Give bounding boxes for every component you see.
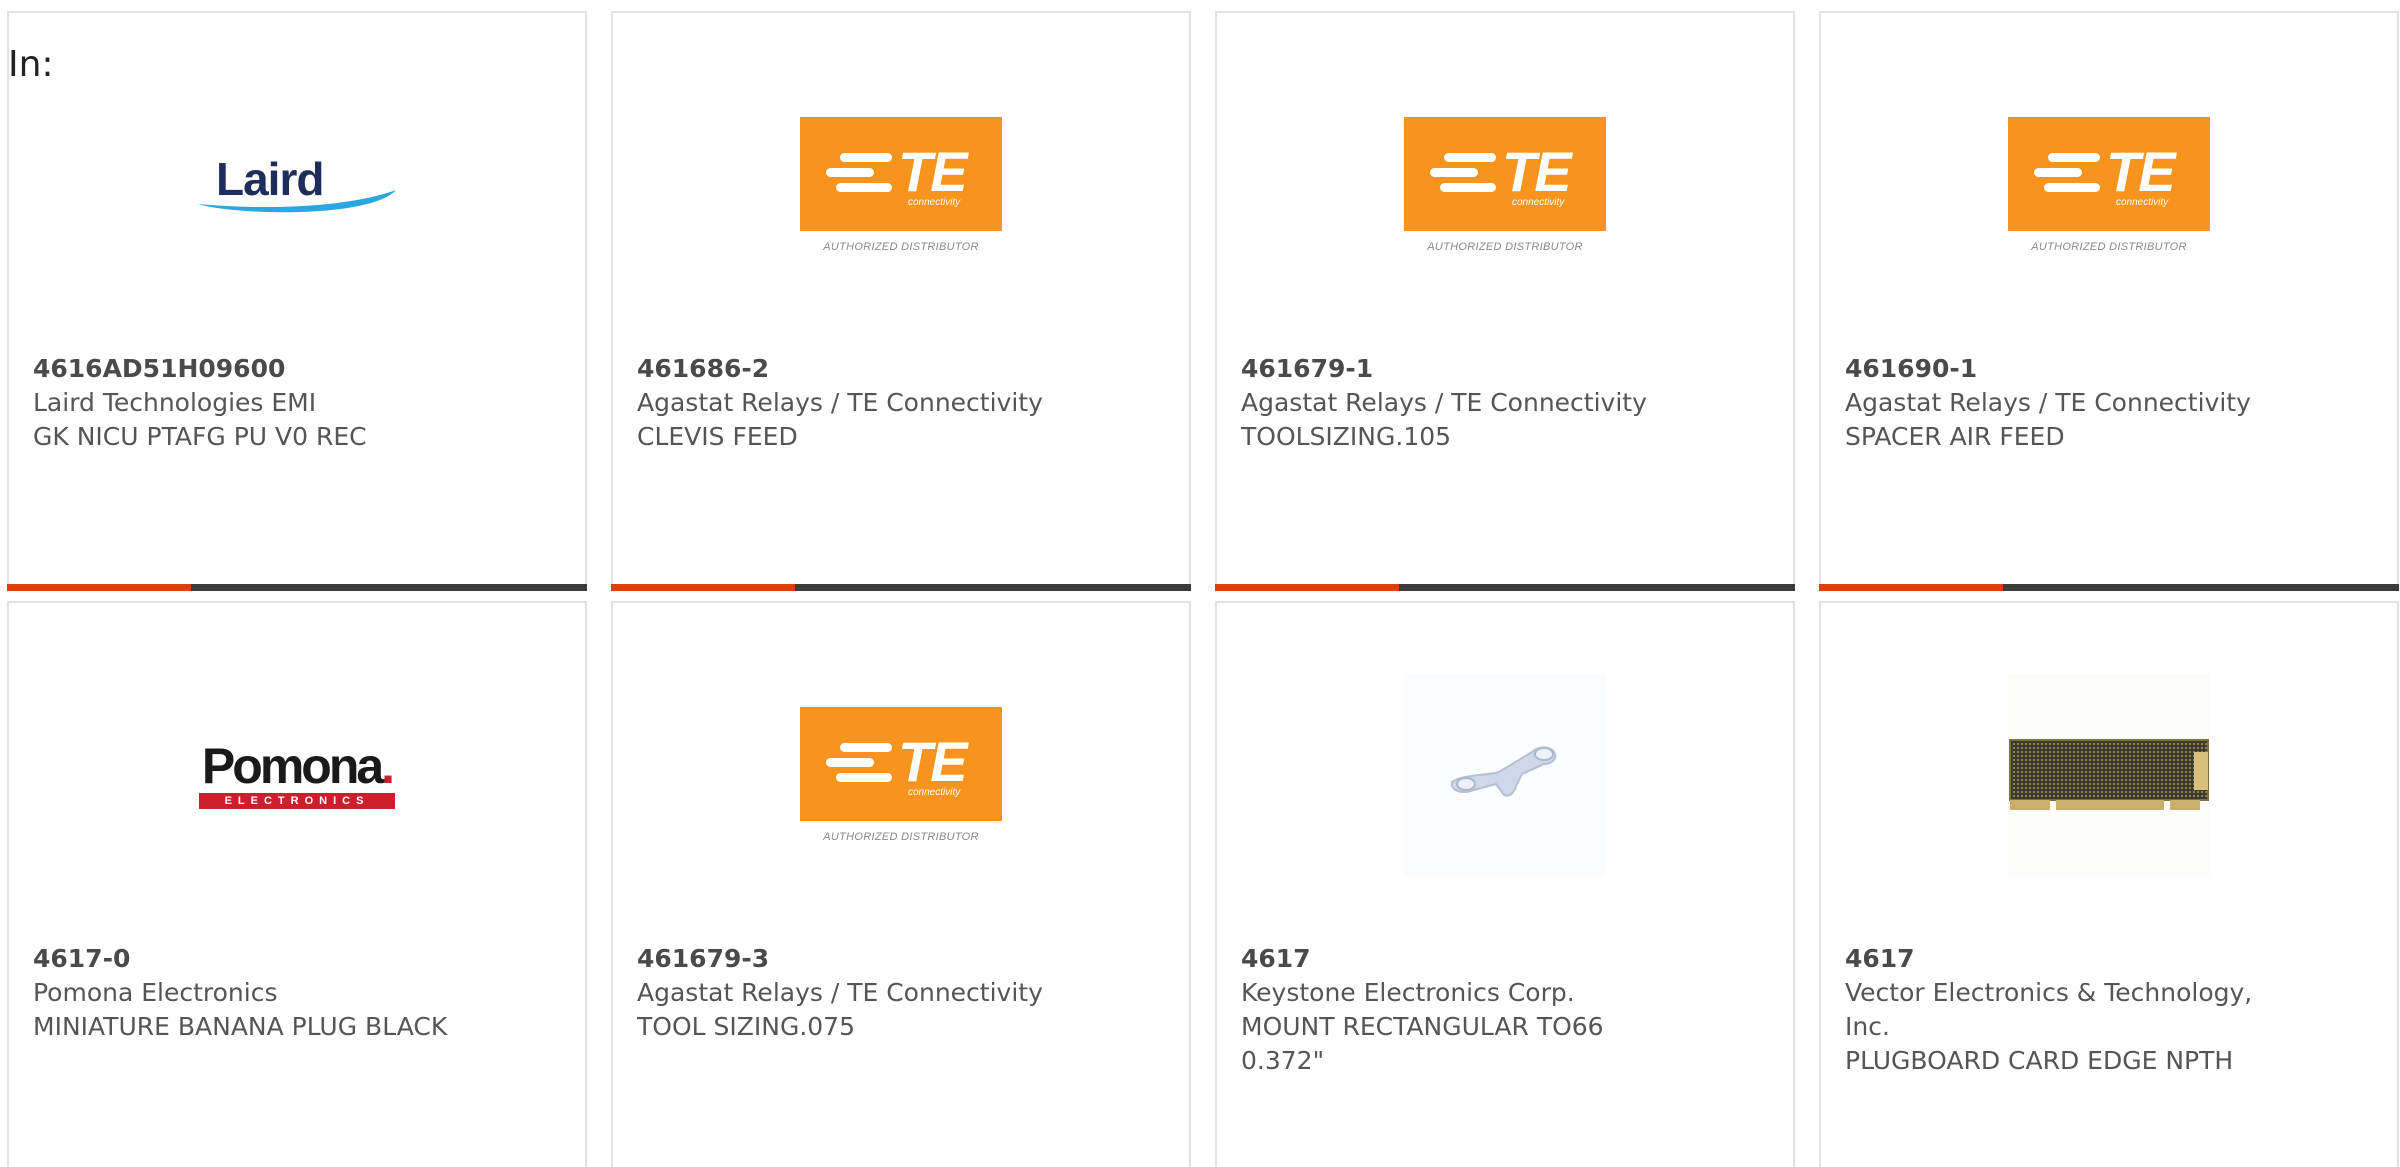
product-card[interactable]: Pomona. ELECTRONICS 4617-0 Pomona Electr… <box>7 601 587 1167</box>
product-card[interactable]: TE connectivity AUTHORIZED DISTRIBUTOR 4… <box>1215 11 1795 591</box>
product-description: MOUNT RECTANGULAR TO66 0.372" <box>1241 1012 1604 1075</box>
product-info: 4617 Vector Electronics & Technology, In… <box>1845 942 2285 1078</box>
card-accent-bar <box>7 584 191 591</box>
plugboard-photo <box>2008 674 2210 876</box>
product-image[interactable]: TE connectivity AUTHORIZED DISTRIBUTOR <box>800 84 1002 286</box>
part-number[interactable]: 4617-0 <box>33 942 473 976</box>
product-description: GK NICU PTAFG PU V0 REC <box>33 422 367 451</box>
product-image[interactable]: TE connectivity AUTHORIZED DISTRIBUTOR <box>2008 84 2210 286</box>
manufacturer-name: Keystone Electronics Corp. <box>1241 978 1575 1007</box>
product-card[interactable]: TE connectivity AUTHORIZED DISTRIBUTOR 4… <box>1819 11 2399 591</box>
product-info: 4617-0 Pomona Electronics MINIATURE BANA… <box>33 942 473 1044</box>
card-footer-bar <box>1215 584 1795 591</box>
te-logo: TE connectivity AUTHORIZED DISTRIBUTOR <box>1404 117 1606 253</box>
manufacturer-name: Agastat Relays / TE Connectivity <box>1241 388 1647 417</box>
product-image[interactable]: Laird <box>196 84 398 286</box>
product-image[interactable] <box>1404 674 1606 876</box>
product-grid: Laird 4616AD51H09600 Laird Technologies … <box>7 11 2399 1167</box>
card-accent-bar <box>1215 584 1399 591</box>
card-accent-bar <box>611 584 795 591</box>
product-description: TOOLSIZING.105 <box>1241 422 1452 451</box>
part-number[interactable]: 4617 <box>1241 942 1681 976</box>
pomona-logo: Pomona. ELECTRONICS <box>196 741 398 809</box>
product-description: CLEVIS FEED <box>637 422 798 451</box>
search-scope-label: In: <box>8 44 54 85</box>
part-number[interactable]: 461679-3 <box>637 942 1077 976</box>
product-info: 4616AD51H09600 Laird Technologies EMI GK… <box>33 352 473 454</box>
te-logo: TE connectivity AUTHORIZED DISTRIBUTOR <box>2008 117 2210 253</box>
manufacturer-name: Vector Electronics & Technology, Inc. <box>1845 978 2253 1041</box>
product-image[interactable]: Pomona. ELECTRONICS <box>196 674 398 876</box>
product-card[interactable]: TE connectivity AUTHORIZED DISTRIBUTOR 4… <box>611 601 1191 1167</box>
manufacturer-name: Agastat Relays / TE Connectivity <box>637 978 1043 1007</box>
product-image[interactable] <box>2008 674 2210 876</box>
te-logo: TE connectivity AUTHORIZED DISTRIBUTOR <box>800 117 1002 253</box>
part-number[interactable]: 4616AD51H09600 <box>33 352 473 386</box>
part-number[interactable]: 4617 <box>1845 942 2285 976</box>
product-image[interactable]: TE connectivity AUTHORIZED DISTRIBUTOR <box>800 674 1002 876</box>
product-description: PLUGBOARD CARD EDGE NPTH <box>1845 1046 2234 1075</box>
manufacturer-name: Laird Technologies EMI <box>33 388 317 417</box>
manufacturer-name: Agastat Relays / TE Connectivity <box>1845 388 2251 417</box>
part-number[interactable]: 461686-2 <box>637 352 1077 386</box>
product-description: MINIATURE BANANA PLUG BLACK <box>33 1012 448 1041</box>
product-info: 461679-1 Agastat Relays / TE Connectivit… <box>1241 352 1681 454</box>
product-card[interactable]: 4617 Keystone Electronics Corp. MOUNT RE… <box>1215 601 1795 1167</box>
card-accent-bar <box>1819 584 2003 591</box>
manufacturer-name: Pomona Electronics <box>33 978 278 1007</box>
product-info: 461690-1 Agastat Relays / TE Connectivit… <box>1845 352 2285 454</box>
te-logo: TE connectivity AUTHORIZED DISTRIBUTOR <box>800 707 1002 843</box>
product-card[interactable]: TE connectivity AUTHORIZED DISTRIBUTOR 4… <box>611 11 1191 591</box>
manufacturer-name: Agastat Relays / TE Connectivity <box>637 388 1043 417</box>
laird-logo: Laird <box>196 150 398 220</box>
card-footer-bar <box>7 584 587 591</box>
card-footer-bar <box>1819 584 2399 591</box>
product-info: 461686-2 Agastat Relays / TE Connectivit… <box>637 352 1077 454</box>
product-card[interactable]: 4617 Vector Electronics & Technology, In… <box>1819 601 2399 1167</box>
product-results-page: In: Laird 4616AD51H09600 Laird Technolog… <box>0 0 2400 1167</box>
product-card[interactable]: Laird 4616AD51H09600 Laird Technologies … <box>7 11 587 591</box>
product-description: SPACER AIR FEED <box>1845 422 2065 451</box>
product-image[interactable]: TE connectivity AUTHORIZED DISTRIBUTOR <box>1404 84 1606 286</box>
card-footer-bar <box>611 584 1191 591</box>
product-description: TOOL SIZING.075 <box>637 1012 855 1041</box>
product-info: 461679-3 Agastat Relays / TE Connectivit… <box>637 942 1077 1044</box>
mount-photo <box>1404 674 1606 876</box>
product-info: 4617 Keystone Electronics Corp. MOUNT RE… <box>1241 942 1681 1078</box>
part-number[interactable]: 461679-1 <box>1241 352 1681 386</box>
part-number[interactable]: 461690-1 <box>1845 352 2285 386</box>
